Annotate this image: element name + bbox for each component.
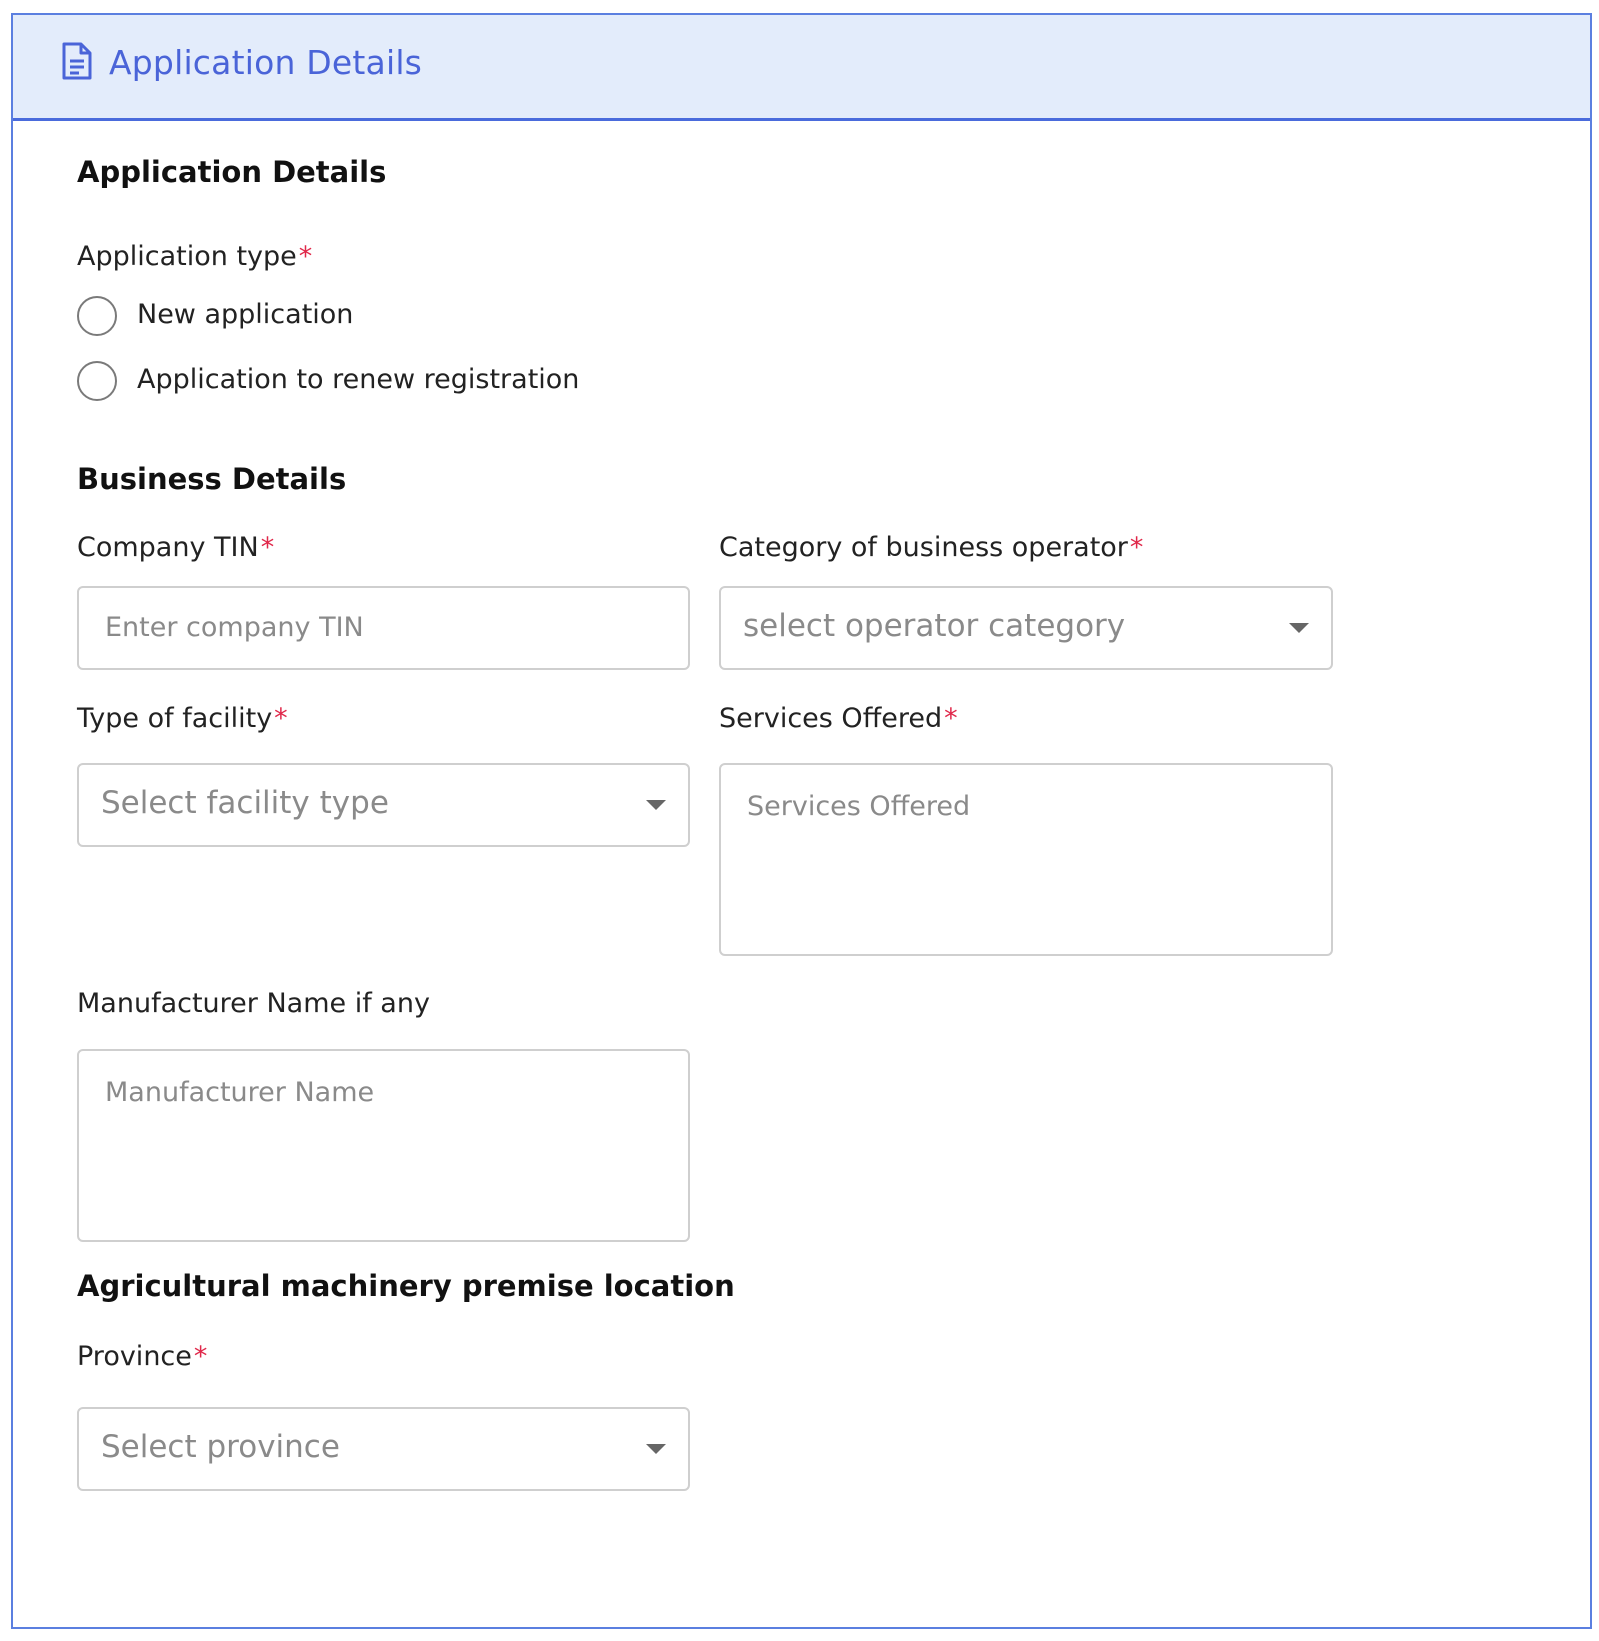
company-tin-label: Company TIN* <box>77 532 274 563</box>
operator-category-select[interactable]: select operator category <box>719 586 1333 670</box>
required-asterisk: * <box>260 532 275 563</box>
province-label: Province* <box>77 1341 207 1372</box>
radio-renew-registration[interactable] <box>77 361 117 401</box>
province-select[interactable]: Select province <box>77 1407 690 1491</box>
chevron-down-icon <box>646 800 666 810</box>
services-offered-textarea[interactable]: Services Offered <box>719 763 1333 956</box>
operator-category-label-text: Category of business operator <box>719 532 1128 563</box>
manufacturer-name-label: Manufacturer Name if any <box>77 988 430 1019</box>
province-placeholder: Select province <box>101 1429 340 1465</box>
province-label-text: Province <box>77 1341 192 1372</box>
panel-header[interactable]: Application Details <box>13 15 1590 121</box>
radio-new-application-label[interactable]: New application <box>137 299 353 330</box>
company-tin-label-text: Company TIN <box>77 532 259 563</box>
application-type-label: Application type* <box>77 241 312 272</box>
section-title-business: Business Details <box>77 462 347 496</box>
chevron-down-icon <box>1289 623 1309 633</box>
required-asterisk: * <box>1129 532 1144 563</box>
document-icon <box>62 42 92 80</box>
services-offered-placeholder: Services Offered <box>747 791 971 822</box>
operator-category-label: Category of business operator* <box>719 532 1143 563</box>
facility-type-select[interactable]: Select facility type <box>77 763 690 847</box>
radio-new-application[interactable] <box>77 296 117 336</box>
panel-title: Application Details <box>109 43 423 82</box>
facility-type-label-text: Type of facility <box>77 703 273 734</box>
required-asterisk: * <box>193 1341 208 1372</box>
facility-type-placeholder: Select facility type <box>101 785 389 821</box>
radio-renew-registration-label[interactable]: Application to renew registration <box>137 364 579 395</box>
services-offered-label-text: Services Offered <box>719 703 943 734</box>
services-offered-label: Services Offered* <box>719 703 958 734</box>
operator-category-placeholder: select operator category <box>743 608 1126 644</box>
company-tin-placeholder: Enter company TIN <box>105 612 364 643</box>
chevron-down-icon <box>646 1444 666 1454</box>
application-type-label-text: Application type <box>77 241 297 272</box>
section-title-application: Application Details <box>77 155 387 189</box>
required-asterisk: * <box>298 241 313 272</box>
required-asterisk: * <box>944 703 958 734</box>
section-title-location: Agricultural machinery premise location <box>77 1269 735 1303</box>
required-asterisk: * <box>274 703 288 734</box>
company-tin-input[interactable]: Enter company TIN <box>77 586 690 670</box>
manufacturer-name-textarea[interactable]: Manufacturer Name <box>77 1049 690 1242</box>
facility-type-label: Type of facility* <box>77 703 288 734</box>
application-details-panel: Application Details Application Details … <box>11 13 1592 1629</box>
manufacturer-name-placeholder: Manufacturer Name <box>105 1077 375 1108</box>
